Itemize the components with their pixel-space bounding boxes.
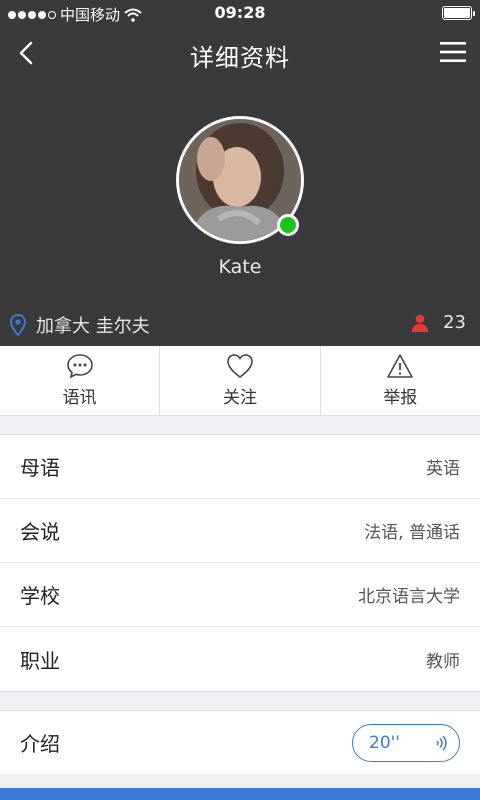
detail-row-school[interactable]: 学校 北京语言大学 [0, 563, 480, 627]
detail-value: 教师 [426, 651, 460, 672]
intro-label: 介绍 [20, 732, 60, 756]
detail-row-occupation[interactable]: 职业 教师 [0, 627, 480, 691]
status-bar: 中国移动 09:28 [0, 0, 480, 26]
navigation-bar: 详细资料 [0, 26, 480, 80]
detail-row-native-language[interactable]: 母语 英语 [0, 435, 480, 499]
profile-details-list: 母语 英语 会说 法语, 普通话 学校 北京语言大学 职业 教师 [0, 434, 480, 692]
location: 加拿大 圭尔夫 [10, 312, 150, 338]
detail-value: 法语, 普通话 [364, 523, 460, 543]
detail-label: 母语 [20, 456, 60, 480]
detail-row-speaks[interactable]: 会说 法语, 普通话 [0, 499, 480, 563]
report-button[interactable]: 举报 [321, 346, 480, 415]
hamburger-menu-icon[interactable] [440, 40, 466, 64]
sound-wave-icon [436, 735, 447, 750]
detail-value: 英语 [426, 459, 460, 479]
person-icon [412, 314, 429, 332]
profile-header: 中国移动 09:28 详细资料 Kate 加拿大 圭尔夫 23 [0, 0, 480, 346]
page-title: 详细资料 [190, 44, 290, 72]
detail-value: 北京语言大学 [358, 587, 460, 607]
follower-count: 23 [411, 312, 466, 333]
bottom-action-bar[interactable] [0, 788, 480, 800]
message-button[interactable]: 语讯 [0, 346, 161, 415]
online-status-indicator [277, 214, 299, 236]
message-label: 语讯 [62, 388, 97, 408]
detail-label: 会说 [20, 520, 60, 544]
user-name: Kate [218, 256, 262, 278]
location-text: 加拿大 圭尔夫 [36, 316, 150, 337]
follow-label: 关注 [222, 388, 257, 408]
warning-icon [387, 354, 414, 378]
heart-icon [227, 354, 253, 378]
avatar-container[interactable] [176, 116, 304, 244]
voice-intro-button[interactable]: 20'' [352, 723, 460, 762]
intro-row: 介绍 20'' [0, 710, 480, 774]
location-pin-icon [10, 314, 26, 336]
detail-label: 职业 [20, 648, 60, 673]
action-bar: 语讯 关注 举报 [0, 346, 480, 416]
follower-count-value: 23 [443, 312, 466, 333]
battery-icon [442, 6, 475, 20]
detail-label: 学校 [20, 584, 60, 608]
voice-duration: 20'' [369, 732, 400, 753]
report-label: 举报 [383, 388, 418, 408]
clock: 09:28 [214, 3, 266, 22]
follow-button[interactable]: 关注 [160, 346, 321, 415]
chat-bubble-icon [66, 354, 93, 379]
